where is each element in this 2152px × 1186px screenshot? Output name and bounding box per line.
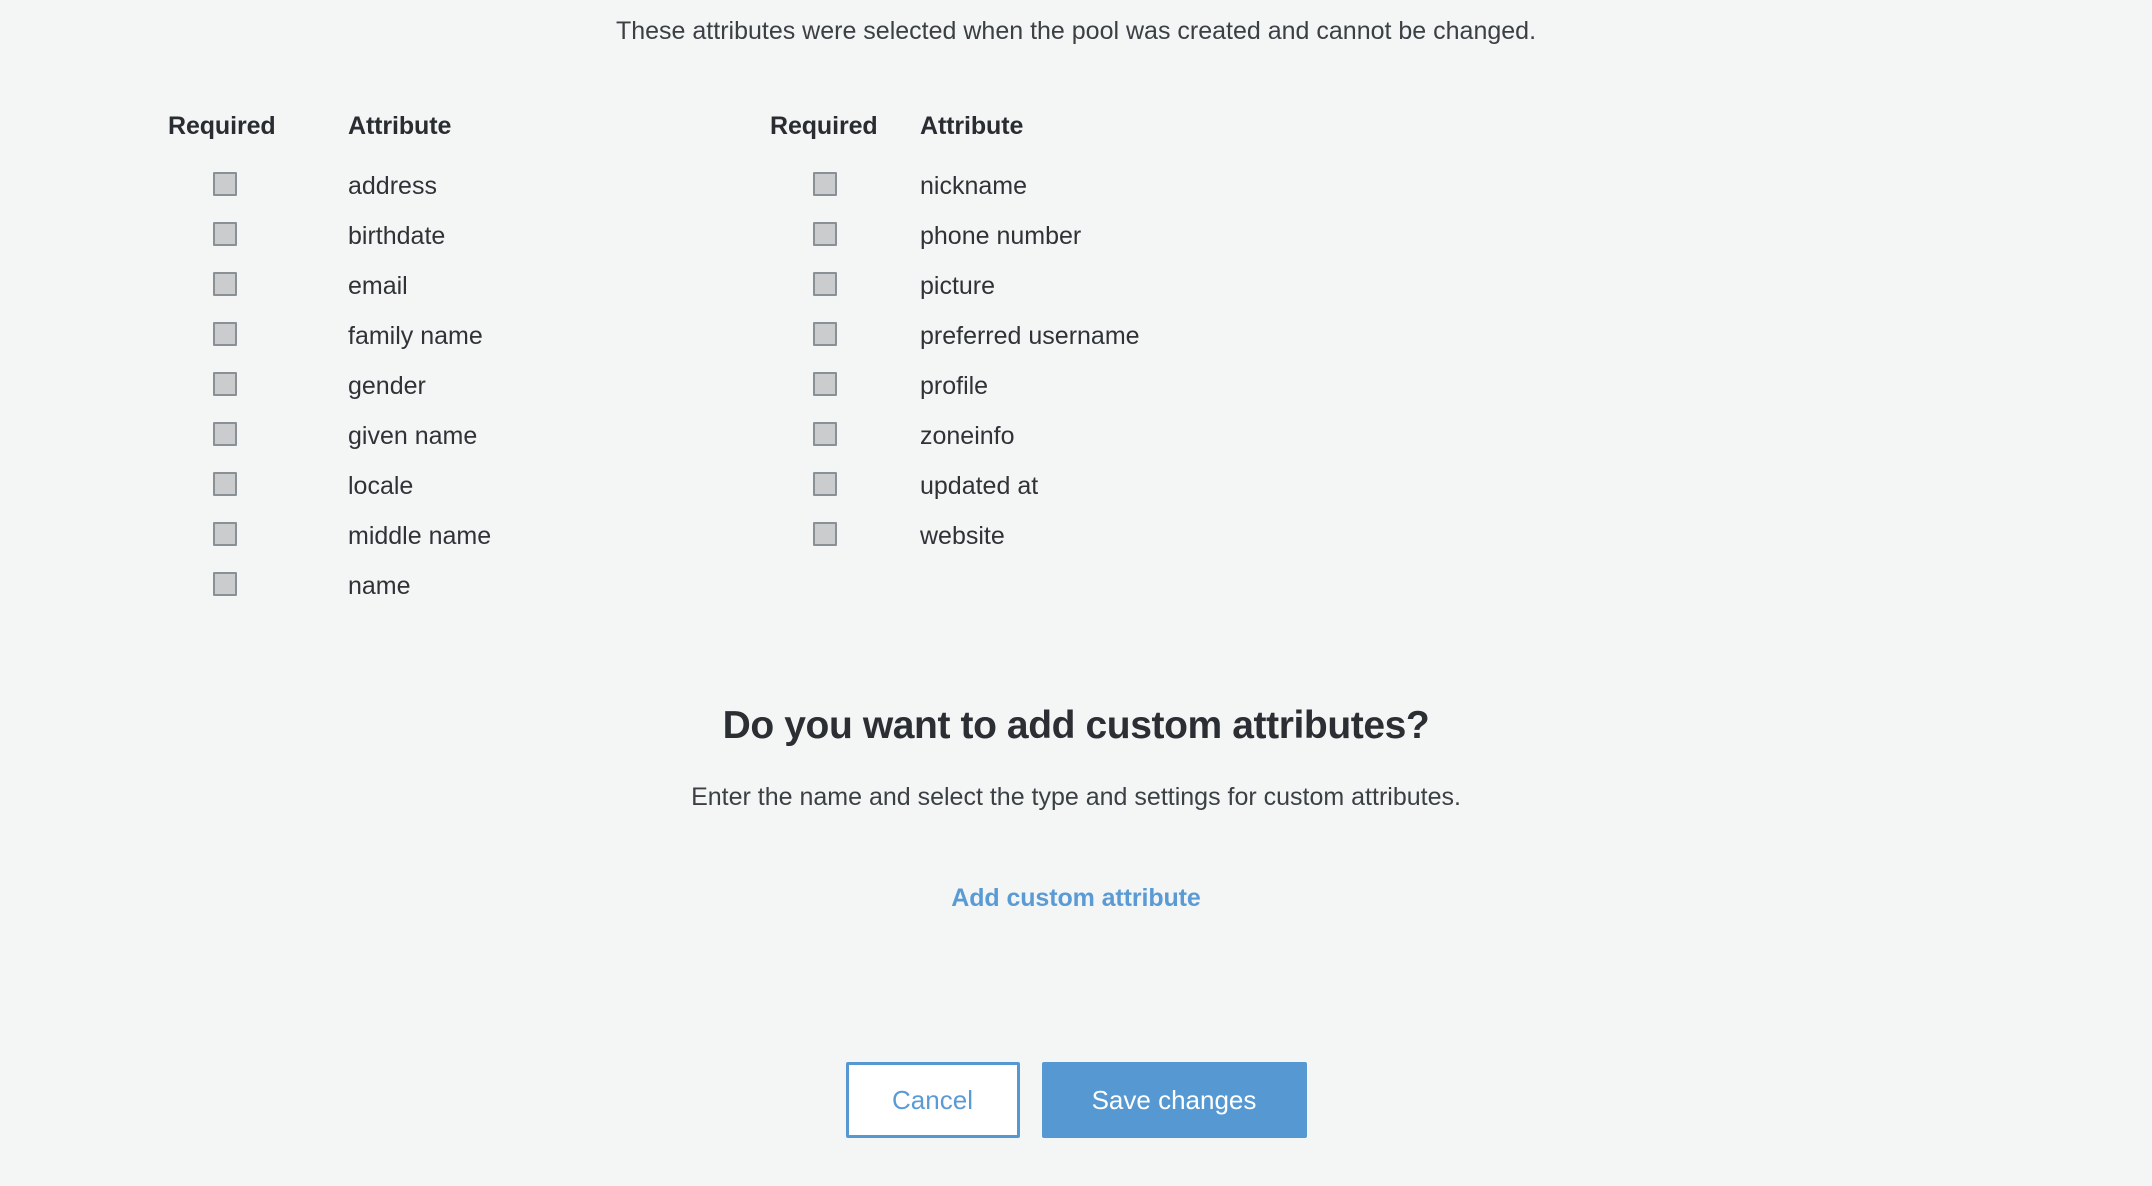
attribute-name-label: locale: [348, 472, 414, 500]
column-2-header-required: Required: [770, 112, 878, 140]
attribute-name-label: picture: [920, 272, 996, 300]
checkbox-required-nickname[interactable]: [813, 172, 837, 196]
attribute-name-label: nickname: [920, 172, 1027, 200]
required-cell: [168, 512, 294, 562]
checkbox-required-birthdate[interactable]: [213, 222, 237, 246]
add-custom-attribute-link[interactable]: Add custom attribute: [951, 884, 1201, 912]
checkbox-required-locale[interactable]: [213, 472, 237, 496]
checkbox-required-address[interactable]: [213, 172, 237, 196]
add-custom-attribute-row: Add custom attribute: [0, 884, 2152, 924]
required-cell: [168, 362, 294, 412]
attribute-name-label: preferred username: [920, 322, 1140, 350]
checkbox-required-updated-at[interactable]: [813, 472, 837, 496]
required-cell: [168, 562, 294, 612]
standard-attributes-table: Required Attribute address birthdate ema…: [0, 112, 2152, 600]
save-changes-button[interactable]: Save changes: [1041, 1062, 1307, 1138]
attribute-name-label: email: [348, 272, 408, 300]
checkbox-required-family-name[interactable]: [213, 322, 237, 346]
checkbox-required-profile[interactable]: [813, 372, 837, 396]
column-1-header-required: Required: [168, 112, 276, 140]
attribute-name-label: gender: [348, 372, 426, 400]
checkbox-required-preferred-username[interactable]: [813, 322, 837, 346]
attribute-name-label: middle name: [348, 522, 492, 550]
attribute-name-label: profile: [920, 372, 989, 400]
required-cell: [770, 362, 866, 412]
required-cell: [168, 462, 294, 512]
footer-actions: Cancel Save changes: [0, 1062, 2152, 1138]
required-cell: [168, 212, 294, 262]
cancel-button[interactable]: Cancel: [845, 1062, 1020, 1138]
checkbox-required-phone-number[interactable]: [813, 222, 837, 246]
required-cell: [168, 262, 294, 312]
attribute-name-label: phone number: [920, 222, 1082, 250]
column-2-header-attribute: Attribute: [920, 112, 1024, 140]
required-cell: [770, 262, 866, 312]
custom-attributes-section: Do you want to add custom attributes? En…: [0, 700, 2152, 924]
required-cell: [168, 312, 294, 362]
attribute-name-label: address: [348, 172, 437, 200]
required-cell: [770, 312, 866, 362]
attribute-name-label: website: [920, 522, 1005, 550]
attribute-name-label: zoneinfo: [920, 422, 1015, 450]
required-cell: [168, 412, 294, 462]
attribute-name-label: updated at: [920, 472, 1039, 500]
checkbox-required-website[interactable]: [813, 522, 837, 546]
attribute-name-label: given name: [348, 422, 478, 450]
attribute-name-label: birthdate: [348, 222, 446, 250]
pool-attributes-note: These attributes were selected when the …: [615, 17, 1537, 45]
required-cell: [770, 512, 866, 562]
checkbox-required-picture[interactable]: [813, 272, 837, 296]
required-cell: [770, 462, 866, 512]
checkbox-required-email[interactable]: [213, 272, 237, 296]
custom-attributes-title: Do you want to add custom attributes?: [722, 704, 1430, 747]
required-cell: [770, 162, 866, 212]
checkbox-required-gender[interactable]: [213, 372, 237, 396]
column-1-header-attribute: Attribute: [348, 112, 452, 140]
attribute-name-label: family name: [348, 322, 483, 350]
custom-attributes-subtitle: Enter the name and select the type and s…: [691, 783, 1461, 811]
required-cell: [770, 212, 866, 262]
checkbox-required-middle-name[interactable]: [213, 522, 237, 546]
checkbox-required-zoneinfo[interactable]: [813, 422, 837, 446]
required-cell: [168, 162, 294, 212]
checkbox-required-name[interactable]: [213, 572, 237, 596]
required-cell: [770, 412, 866, 462]
attribute-name-label: name: [348, 572, 411, 600]
checkbox-required-given-name[interactable]: [213, 422, 237, 446]
